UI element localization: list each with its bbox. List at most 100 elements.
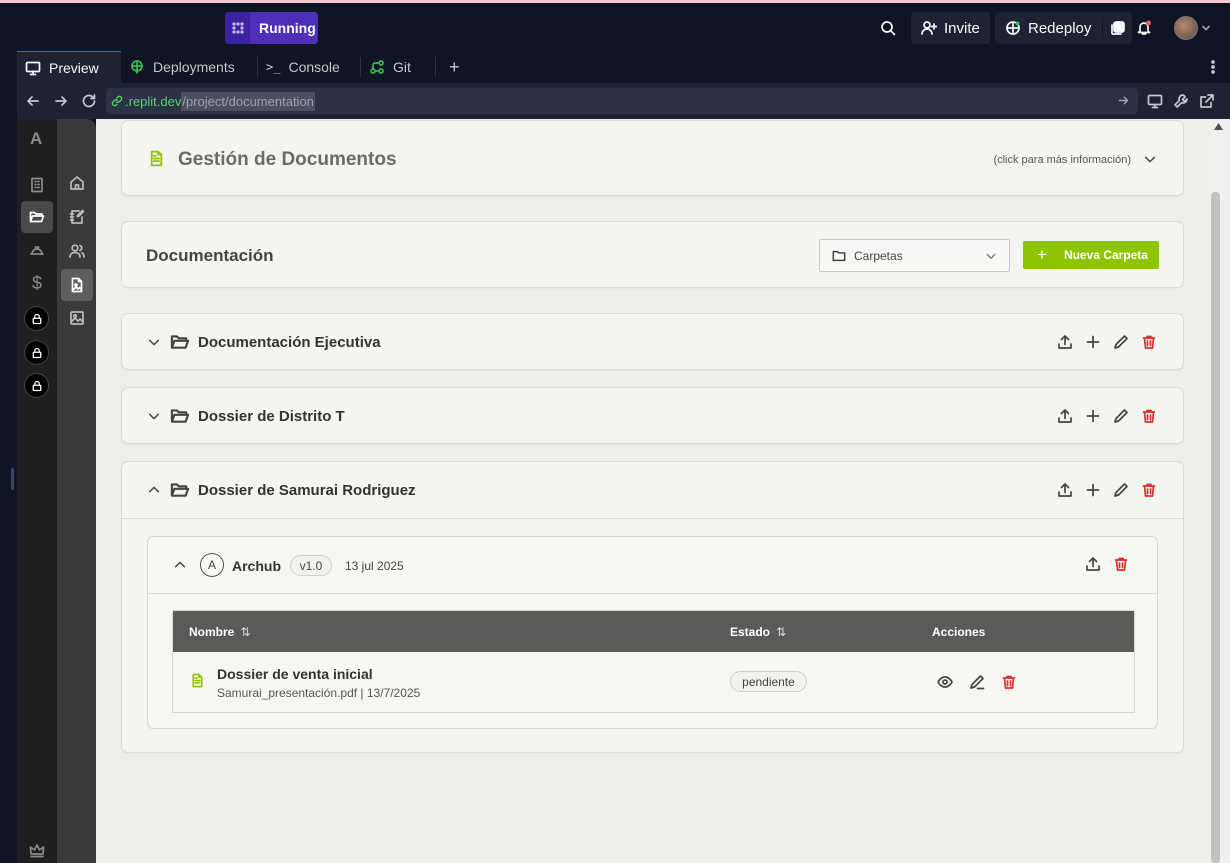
locked-module-1[interactable] [24,306,49,331]
locked-module-3[interactable] [24,373,49,398]
upload-icon[interactable] [1057,482,1073,498]
column-label: Estado [730,625,771,639]
sidebar-item-documentation[interactable] [61,269,93,301]
status-badge: pendiente [730,671,807,692]
module-header-card[interactable]: Gestión de Documentos (click para más in… [121,120,1184,196]
folder-open-icon [170,409,190,423]
folder-actions [1057,482,1157,498]
users-icon [69,244,85,258]
chevron-down-icon[interactable] [147,409,161,423]
devtools-button[interactable] [1173,93,1189,109]
trash-icon[interactable] [1141,482,1157,498]
invite-button[interactable]: Invite [911,12,990,44]
search-button[interactable] [880,12,896,44]
upload-icon[interactable] [1057,408,1073,424]
folder-row[interactable]: Dossier de Distrito T [121,387,1184,444]
view-mode-select[interactable]: Carpetas [819,239,1010,272]
new-tab-button[interactable]: + [441,51,460,83]
column-status[interactable]: Estado ⇅ [730,625,786,639]
run-dots-icon [225,12,250,44]
sidebar-item-gallery[interactable] [61,302,93,334]
building-icon [31,177,43,193]
tab-label: Preview [49,59,99,76]
table-header: Nombre ⇅ Estado ⇅ Acciones [173,611,1134,652]
open-new-tab-button[interactable] [1199,93,1215,109]
tab-preview[interactable]: Preview [17,51,121,83]
add-user-icon [921,21,937,35]
copy-stack-icon[interactable] [1110,20,1126,36]
folder-row[interactable]: Documentación Ejecutiva [121,313,1184,370]
sidebar-item-projects[interactable] [21,201,53,233]
wrench-icon [1174,94,1188,108]
pencil-icon[interactable] [1113,334,1129,350]
scroll-up-icon[interactable] [1214,123,1223,130]
pane-menu-button[interactable] [1197,51,1221,83]
pen-line-icon[interactable] [969,674,985,690]
tab-console[interactable]: >_ Console [258,51,360,83]
running-label: Running [259,20,316,36]
folder-name: Dossier de Distrito T [198,408,345,425]
folder-actions [1057,334,1157,350]
tab-label: Git [393,59,411,75]
plus-icon: + [449,56,460,77]
pencil-icon[interactable] [1113,482,1129,498]
documentation-page: Gestión de Documentos (click para más in… [96,119,1209,863]
trash-icon[interactable] [1141,334,1157,350]
sidebar-item-home[interactable] [61,167,93,199]
preview-url-bar: .replit.dev/project/documentation [17,83,1230,119]
redeploy-divider [1102,18,1104,38]
new-folder-label: Nueva Carpeta [1063,248,1148,262]
url-input[interactable]: .replit.dev/project/documentation [106,88,1138,114]
subfolder-actions [1085,556,1129,572]
monitor-icon [1147,94,1163,109]
chevron-down-icon[interactable] [147,335,161,349]
resize-handle[interactable] [11,468,14,490]
device-preview-button[interactable] [1147,93,1163,109]
refresh-icon [82,94,96,108]
tab-deployments[interactable]: Deployments [121,51,257,83]
trash-icon[interactable] [1001,674,1017,690]
trash-icon[interactable] [1113,556,1129,572]
sort-icon: ⇅ [240,625,251,639]
forward-button[interactable] [53,93,69,109]
notifications-button[interactable] [1136,12,1152,44]
locked-module-2[interactable] [24,340,49,365]
column-actions: Acciones [932,625,985,639]
table-row[interactable]: Dossier de venta inicial Samurai_present… [173,652,1134,712]
upload-icon[interactable] [1057,334,1073,350]
subfolder-date: 13 jul 2025 [345,559,404,573]
redeploy-button[interactable]: Redeploy [995,12,1133,44]
eye-icon[interactable] [937,674,953,690]
chevron-down-icon [986,253,996,259]
sidebar-item-finances[interactable]: $ [21,267,53,299]
scrollbar-thumb[interactable] [1211,192,1220,863]
url-path: /project/documentation [181,91,315,111]
pencil-icon[interactable] [1113,408,1129,424]
tab-git[interactable]: Git [361,51,435,83]
plus-icon[interactable] [1085,482,1101,498]
sidebar-item-contacts[interactable] [61,235,93,267]
back-button[interactable] [25,93,41,109]
upload-icon[interactable] [1085,556,1101,572]
sidebar-item-construction[interactable] [21,234,53,266]
new-folder-button[interactable]: + Nueva Carpeta [1023,241,1159,269]
document-title: Dossier de venta inicial [217,666,373,682]
crown-icon [29,844,45,858]
chevron-up-icon[interactable] [147,483,161,497]
trash-icon[interactable] [1141,408,1157,424]
deploy-icon [1006,21,1020,35]
column-name[interactable]: Nombre ⇅ [189,625,250,639]
chevron-up-icon[interactable] [173,558,187,572]
sidebar-item-logbook[interactable] [61,201,93,233]
reload-button[interactable] [81,93,97,109]
plus-icon[interactable] [1085,334,1101,350]
plan-button[interactable] [29,842,45,858]
account-menu[interactable] [1174,12,1211,44]
file-image-icon [71,277,83,293]
url-host: .replit.dev [125,93,182,109]
chevron-down-icon[interactable] [1143,152,1157,166]
running-status-button[interactable]: Running [225,12,318,44]
sidebar-item-organization[interactable] [21,169,53,201]
go-arrow-icon[interactable] [1117,94,1130,107]
plus-icon[interactable] [1085,408,1101,424]
